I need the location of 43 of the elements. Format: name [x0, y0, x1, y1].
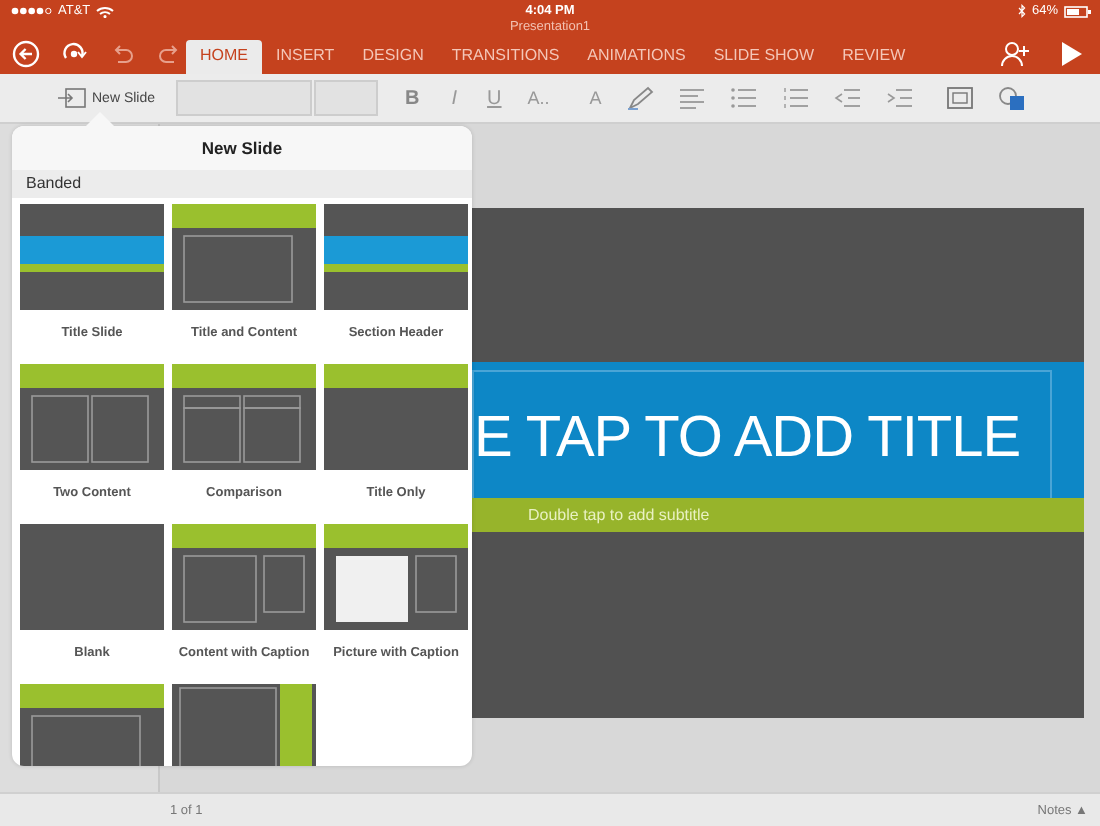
layout-thumbnail[interactable]: [172, 524, 316, 630]
bold-button[interactable]: B: [405, 87, 420, 109]
signal-icon: [8, 6, 52, 16]
battery-icon: [1064, 5, 1092, 17]
layout-thumbnail[interactable]: [20, 364, 164, 470]
layout-thumbnail[interactable]: [324, 364, 468, 470]
back-icon[interactable]: [12, 40, 40, 68]
wifi-icon: [96, 5, 115, 17]
ribbon-tab[interactable]: REVIEW: [828, 40, 920, 74]
ribbon-tab[interactable]: INSERT: [262, 40, 349, 74]
layout-thumbnail[interactable]: [20, 684, 164, 766]
layout-thumbnail[interactable]: [172, 364, 316, 470]
section-header: Banded: [12, 170, 472, 198]
layout-thumbnail[interactable]: [20, 524, 164, 630]
bullet-list-icon[interactable]: [729, 86, 758, 110]
add-person-icon[interactable]: [1000, 40, 1032, 68]
italic-button[interactable]: I: [451, 87, 458, 109]
layout-thumbnail[interactable]: [172, 684, 316, 766]
ribbon-tab[interactable]: HOME: [186, 40, 262, 74]
play-icon[interactable]: [1060, 40, 1084, 68]
ribbon-tab[interactable]: TRANSITIONS: [437, 40, 574, 74]
layout-thumbnail[interactable]: [324, 524, 468, 630]
shapes-icon[interactable]: [997, 86, 1026, 110]
outdent-icon[interactable]: [833, 86, 862, 110]
subtitle-placeholder[interactable]: Double tap to add subtitle: [528, 506, 710, 524]
bluetooth-icon: [1017, 4, 1026, 18]
font-name-field[interactable]: [175, 80, 312, 116]
layout-thumbnail[interactable]: [172, 204, 316, 310]
font-size-button[interactable]: A..: [527, 88, 550, 108]
font-size-field[interactable]: [313, 80, 378, 116]
layout-thumbnail[interactable]: [324, 204, 468, 310]
highlighter-icon[interactable]: [625, 86, 654, 110]
ribbon-tab[interactable]: ANIMATIONS: [573, 40, 700, 74]
text-box-icon[interactable]: [945, 86, 974, 110]
ribbon-tab[interactable]: DESIGN: [348, 40, 438, 74]
layout-thumbnail[interactable]: [20, 204, 164, 310]
align-left-icon[interactable]: [677, 86, 706, 110]
font-color-button[interactable]: A: [589, 88, 602, 108]
numbered-list-icon[interactable]: [781, 86, 810, 110]
insert-slide-icon: [58, 88, 86, 108]
indent-icon[interactable]: [885, 86, 914, 110]
ribbon-tab[interactable]: SLIDE SHOW: [699, 40, 829, 74]
underline-button[interactable]: U: [487, 87, 502, 109]
